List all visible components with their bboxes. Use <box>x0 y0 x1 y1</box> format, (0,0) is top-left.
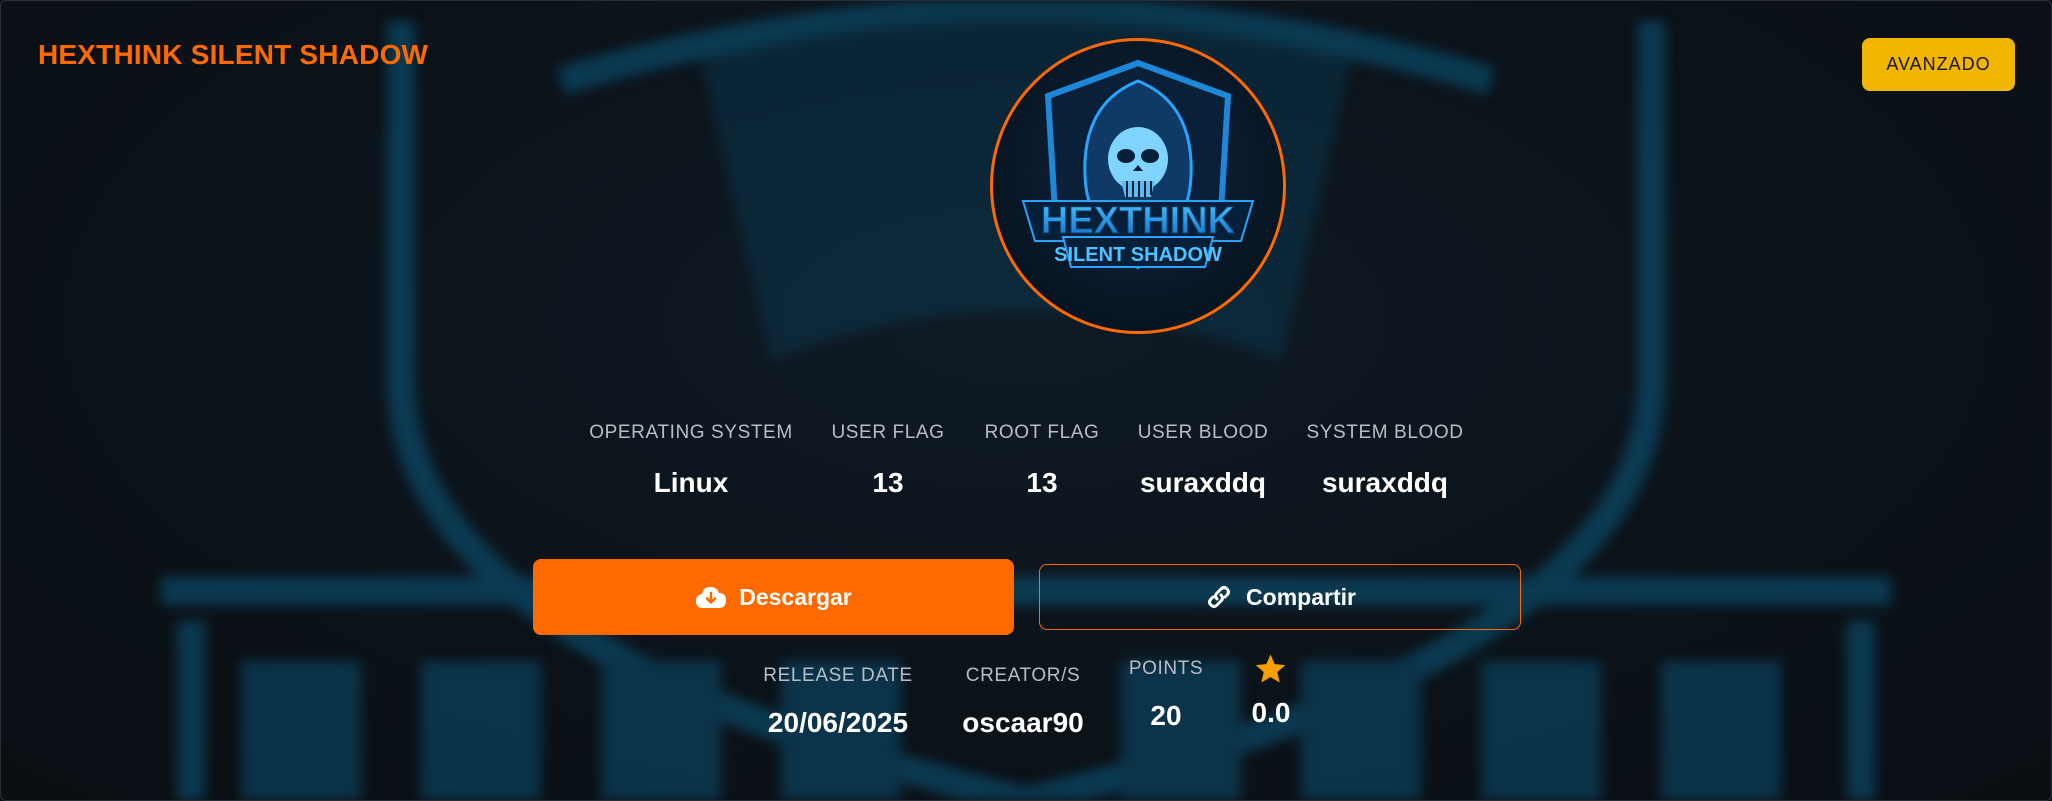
meta-release-date: RELEASE DATE 20/06/2025 <box>763 665 912 739</box>
machine-card: HEXTHINK SILENT SHADOW AVANZADO HEXTHINK… <box>0 0 2052 801</box>
download-button-label: Descargar <box>739 583 852 610</box>
stat-label: USER BLOOD <box>1137 422 1269 443</box>
page-title: HEXTHINK SILENT SHADOW <box>38 39 429 70</box>
stat-root-flag: ROOT FLAG 13 <box>985 422 1100 499</box>
stat-value: 13 <box>1026 467 1058 498</box>
stat-label: USER FLAG <box>831 422 945 443</box>
difficulty-badge: AVANZADO <box>1862 38 2015 91</box>
stat-user-flag: USER FLAG 13 <box>831 422 944 499</box>
stat-system-blood: SYSTEM BLOOD suraxddq <box>1306 422 1463 499</box>
stat-value: Linux <box>653 467 729 498</box>
share-button[interactable]: Compartir <box>1039 564 1521 630</box>
meta-label: CREATOR/S <box>965 665 1081 686</box>
hooded-skull-icon: HEXTHINK SILENT SHADOW <box>1021 59 1255 270</box>
stat-operating-system: OPERATING SYSTEM Linux <box>589 422 793 499</box>
stat-value: suraxddq <box>1321 467 1449 498</box>
stat-label: SYSTEM BLOOD <box>1306 422 1464 443</box>
link-icon <box>1208 586 1231 608</box>
meta-label: RELEASE DATE <box>763 665 913 686</box>
meta-points: POINTS 20 <box>1129 658 1203 732</box>
meta-value: 20 <box>1150 700 1182 731</box>
meta-label: POINTS <box>1128 658 1204 679</box>
download-button[interactable]: Descargar <box>533 559 1014 635</box>
meta-value: 0.0 <box>1251 697 1291 728</box>
meta-creator: CREATOR/S oscaar90 <box>962 665 1083 739</box>
share-button-label: Compartir <box>1246 583 1356 610</box>
stat-label: OPERATING SYSTEM <box>589 422 793 443</box>
logo-text-sub: SILENT SHADOW <box>1054 244 1222 266</box>
cloud-download-icon <box>696 587 727 608</box>
stat-value: 13 <box>872 467 904 498</box>
stat-user-blood: USER BLOOD suraxddq <box>1138 422 1269 499</box>
stat-label: ROOT FLAG <box>984 422 1100 443</box>
logo-text-main: HEXTHINK <box>1041 200 1236 242</box>
stat-value: suraxddq <box>1139 467 1267 498</box>
machine-logo: HEXTHINK SILENT SHADOW <box>990 38 1286 334</box>
star-icon <box>1256 654 1286 683</box>
meta-value: 20/06/2025 <box>767 707 909 738</box>
meta-rating: 0.0 <box>1251 652 1291 729</box>
meta-value: oscaar90 <box>962 707 1084 738</box>
